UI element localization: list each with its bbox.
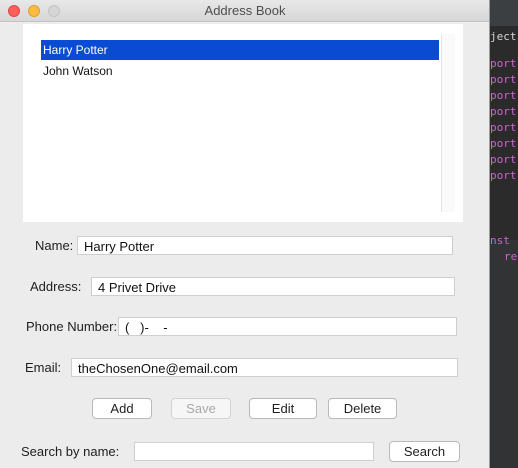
contact-list-item-john-watson[interactable]: John Watson [41,61,439,81]
address-field[interactable]: 4 Privet Drive [91,277,455,296]
email-label: Email: [25,360,62,375]
list-scrollbar[interactable] [441,34,455,212]
editor-line: port [490,137,517,150]
name-label: Name: [35,238,74,253]
search-input[interactable] [134,442,374,461]
search-button[interactable]: Search [389,441,460,462]
contact-list[interactable]: Harry Potter John Watson [23,24,463,222]
editor-line: port [490,57,517,70]
title-bar[interactable]: Address Book [0,0,489,22]
editor-line: port [490,105,517,118]
address-book-window: Address Book Harry Potter John Watson Na… [0,0,490,468]
window-title: Address Book [204,3,286,18]
editor-line: port [490,153,517,166]
editor-line: port [490,73,517,86]
background-code-editor: ject port port port port port port port … [490,0,518,468]
address-label: Address: [30,279,82,294]
editor-line: re [504,250,518,263]
phone-number-field[interactable]: ( )- - [118,317,457,336]
phone-number-label: Phone Number: [26,319,118,334]
editor-line: nst [490,234,510,247]
email-field[interactable]: theChosenOne@email.com [71,358,458,377]
edit-button[interactable]: Edit [249,398,317,419]
save-button[interactable]: Save [171,398,231,419]
editor-line: port [490,121,517,134]
editor-line: port [490,169,517,182]
delete-button[interactable]: Delete [328,398,397,419]
search-label: Search by name: [21,444,120,459]
editor-line: ject [490,30,517,43]
name-field[interactable]: Harry Potter [77,236,453,255]
editor-tab-strip [490,0,518,26]
editor-gutter [490,240,518,468]
editor-line: port [490,89,517,102]
add-button[interactable]: Add [92,398,152,419]
contact-list-item-harry-potter[interactable]: Harry Potter [41,40,439,60]
